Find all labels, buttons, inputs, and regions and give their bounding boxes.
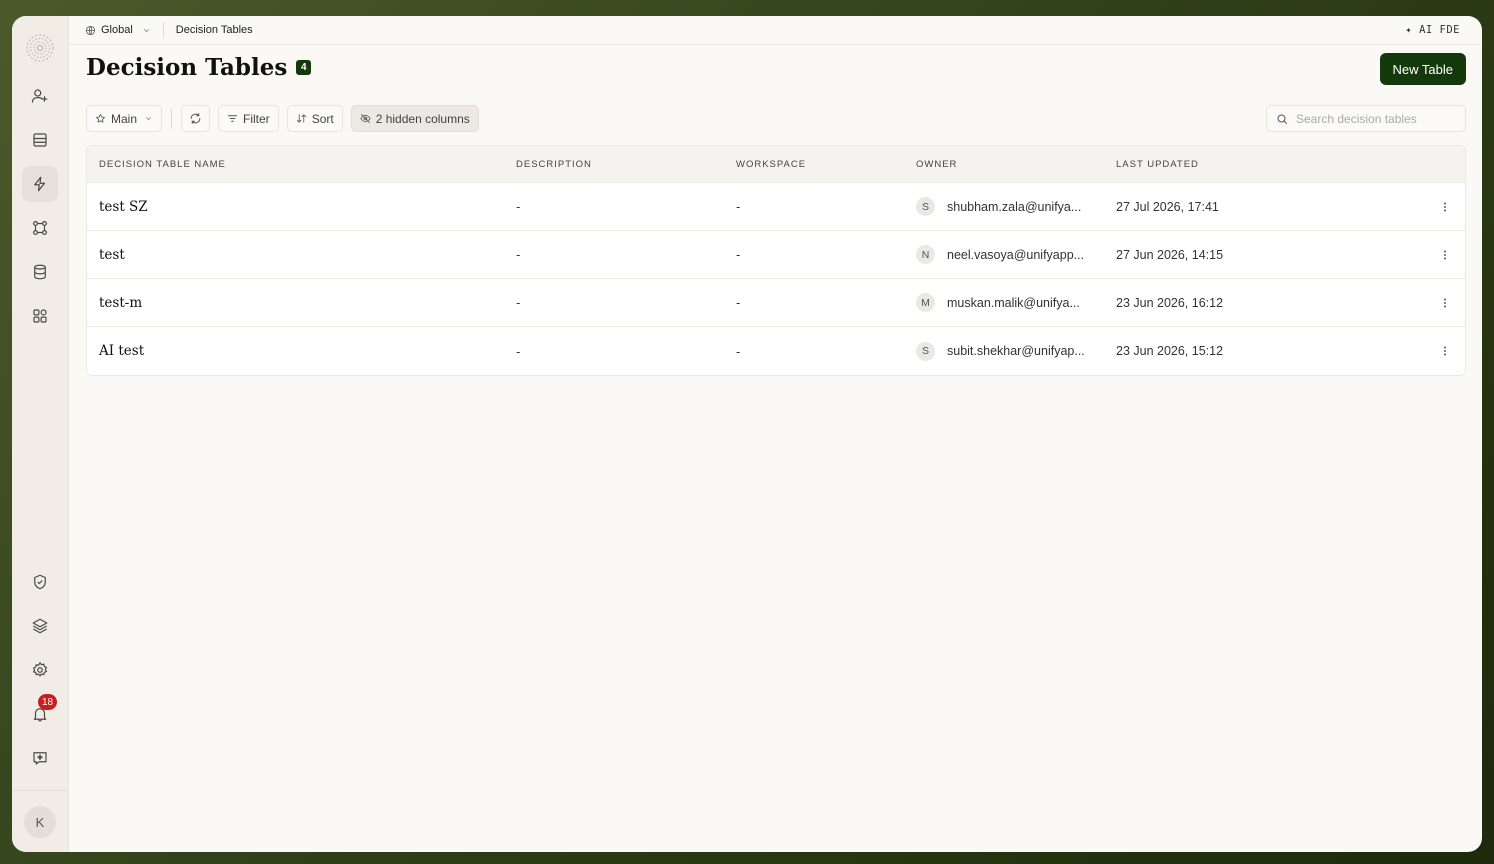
page-title: Decision Tables 4 bbox=[86, 54, 312, 81]
breadcrumb-current: Decision Tables bbox=[175, 24, 253, 36]
more-vertical-icon bbox=[1444, 298, 1446, 307]
column-header-owner[interactable]: OWNER bbox=[916, 159, 1116, 170]
owner-cell: N neel.vasoya@unifyapp... bbox=[916, 245, 1116, 264]
toolbar: Main Filter Sort 2 hidden columns bbox=[86, 105, 479, 132]
sidebar-divider bbox=[12, 790, 68, 791]
filter-icon bbox=[227, 115, 238, 122]
workspace-cell: - bbox=[736, 343, 741, 359]
owner-avatar: N bbox=[916, 245, 935, 264]
refresh-icon bbox=[190, 113, 201, 124]
sort-icon bbox=[296, 114, 306, 123]
column-header-description[interactable]: DESCRIPTION bbox=[516, 159, 736, 170]
column-header-workspace[interactable]: WORKSPACE bbox=[736, 159, 916, 170]
breadcrumb: Global Decision Tables bbox=[69, 16, 1482, 45]
filter-label: Filter bbox=[243, 111, 270, 126]
toolbar-divider bbox=[171, 108, 173, 129]
owner-email: shubham.zala@unifya... bbox=[947, 199, 1082, 214]
view-label: Main bbox=[111, 111, 138, 126]
table-row[interactable]: AI test - - S subit.shekhar@unifyap... 2… bbox=[87, 327, 1465, 375]
owner-avatar: S bbox=[916, 197, 935, 216]
gear-icon[interactable] bbox=[22, 652, 58, 688]
filter-button[interactable]: Filter bbox=[218, 105, 279, 132]
ai-fde-button[interactable]: ✦ AI FDE bbox=[1405, 24, 1460, 36]
globe-icon bbox=[85, 25, 96, 35]
chevron-down-icon bbox=[146, 117, 152, 121]
last-updated-cell: 23 Jun 2026, 15:12 bbox=[1116, 344, 1224, 358]
owner-email: subit.shekhar@unifyap... bbox=[947, 344, 1085, 358]
workflow-icon[interactable] bbox=[22, 210, 58, 246]
app-window: 18 K Global Decision Tables ✦ AI FDE Dec… bbox=[12, 16, 1482, 852]
description-cell: - bbox=[516, 247, 521, 262]
table-name[interactable]: test bbox=[87, 247, 516, 263]
new-table-button[interactable]: New Table bbox=[1379, 53, 1466, 85]
chevron-down-icon bbox=[143, 28, 149, 32]
table-count-badge: 4 bbox=[296, 60, 312, 75]
search-box bbox=[1266, 105, 1466, 132]
owner-cell: S shubham.zala@unifya... bbox=[916, 197, 1116, 216]
sort-label: Sort bbox=[311, 111, 334, 126]
layers-icon[interactable] bbox=[22, 608, 58, 644]
inbox-icon[interactable] bbox=[22, 122, 58, 158]
column-header-name[interactable]: DECISION TABLE NAME bbox=[87, 159, 516, 170]
workspace-label: Global bbox=[101, 24, 133, 36]
description-cell: - bbox=[516, 295, 521, 310]
more-vertical-icon bbox=[1444, 250, 1446, 259]
more-vertical-icon bbox=[1444, 346, 1446, 356]
more-vertical-icon bbox=[1444, 202, 1446, 211]
database-icon[interactable] bbox=[22, 254, 58, 290]
shield-check-icon[interactable] bbox=[22, 564, 58, 600]
star-icon bbox=[96, 113, 105, 123]
owner-cell: S subit.shekhar@unifyap... bbox=[916, 341, 1116, 361]
workspace-switcher[interactable]: Global bbox=[85, 22, 164, 38]
apps-icon[interactable] bbox=[22, 298, 58, 334]
search-icon bbox=[1277, 114, 1287, 124]
owner-email: muskan.malik@unifya... bbox=[947, 295, 1080, 310]
user-avatar[interactable]: K bbox=[24, 806, 56, 838]
table-name[interactable]: test-m bbox=[87, 295, 516, 311]
view-selector[interactable]: Main bbox=[86, 105, 163, 132]
owner-avatar: M bbox=[916, 293, 935, 312]
logo-icon[interactable] bbox=[24, 32, 56, 64]
table-row[interactable]: test-m - - M muskan.malik@unifya... 23 J… bbox=[87, 279, 1465, 327]
table-name[interactable]: test SZ bbox=[87, 199, 516, 215]
column-header-last-updated[interactable]: LAST UPDATED bbox=[1116, 159, 1425, 170]
notification-badge: 18 bbox=[38, 694, 58, 710]
sidebar: 18 K bbox=[12, 16, 69, 852]
users-icon[interactable] bbox=[22, 78, 58, 114]
row-menu-button[interactable] bbox=[1425, 345, 1465, 357]
table-name[interactable]: AI test bbox=[87, 343, 516, 359]
hidden-columns-button[interactable]: 2 hidden columns bbox=[350, 105, 479, 132]
refresh-button[interactable] bbox=[181, 105, 211, 132]
owner-cell: M muskan.malik@unifya... bbox=[916, 293, 1116, 312]
eye-off-icon bbox=[360, 113, 371, 124]
last-updated-cell: 27 Jul 2026, 17:41 bbox=[1116, 199, 1219, 214]
bolt-icon[interactable] bbox=[22, 166, 58, 202]
row-menu-button[interactable] bbox=[1425, 249, 1465, 261]
table-header: DECISION TABLE NAME DESCRIPTION WORKSPAC… bbox=[87, 146, 1465, 183]
sort-button[interactable]: Sort bbox=[286, 105, 343, 132]
table-row[interactable]: test - - N neel.vasoya@unifyapp... 27 Ju… bbox=[87, 231, 1465, 279]
workspace-cell: - bbox=[736, 295, 741, 310]
owner-email: neel.vasoya@unifyapp... bbox=[947, 247, 1085, 262]
table-row[interactable]: test SZ - - S shubham.zala@unifya... 27 … bbox=[87, 183, 1465, 231]
decision-tables-table: DECISION TABLE NAME DESCRIPTION WORKSPAC… bbox=[86, 145, 1466, 376]
description-cell: - bbox=[516, 343, 521, 359]
search-input[interactable] bbox=[1296, 111, 1456, 126]
main-content: Global Decision Tables ✦ AI FDE Decision… bbox=[69, 16, 1482, 852]
description-cell: - bbox=[516, 199, 521, 214]
row-menu-button[interactable] bbox=[1425, 201, 1465, 213]
page-title-text: Decision Tables bbox=[86, 54, 288, 81]
last-updated-cell: 27 Jun 2026, 14:15 bbox=[1116, 247, 1224, 262]
chat-sparkle-icon[interactable] bbox=[22, 740, 58, 776]
row-menu-button[interactable] bbox=[1425, 297, 1465, 309]
last-updated-cell: 23 Jun 2026, 16:12 bbox=[1116, 295, 1224, 310]
workspace-cell: - bbox=[736, 199, 741, 214]
owner-avatar: S bbox=[916, 341, 935, 361]
hidden-columns-label: 2 hidden columns bbox=[375, 111, 470, 126]
workspace-cell: - bbox=[736, 247, 741, 262]
